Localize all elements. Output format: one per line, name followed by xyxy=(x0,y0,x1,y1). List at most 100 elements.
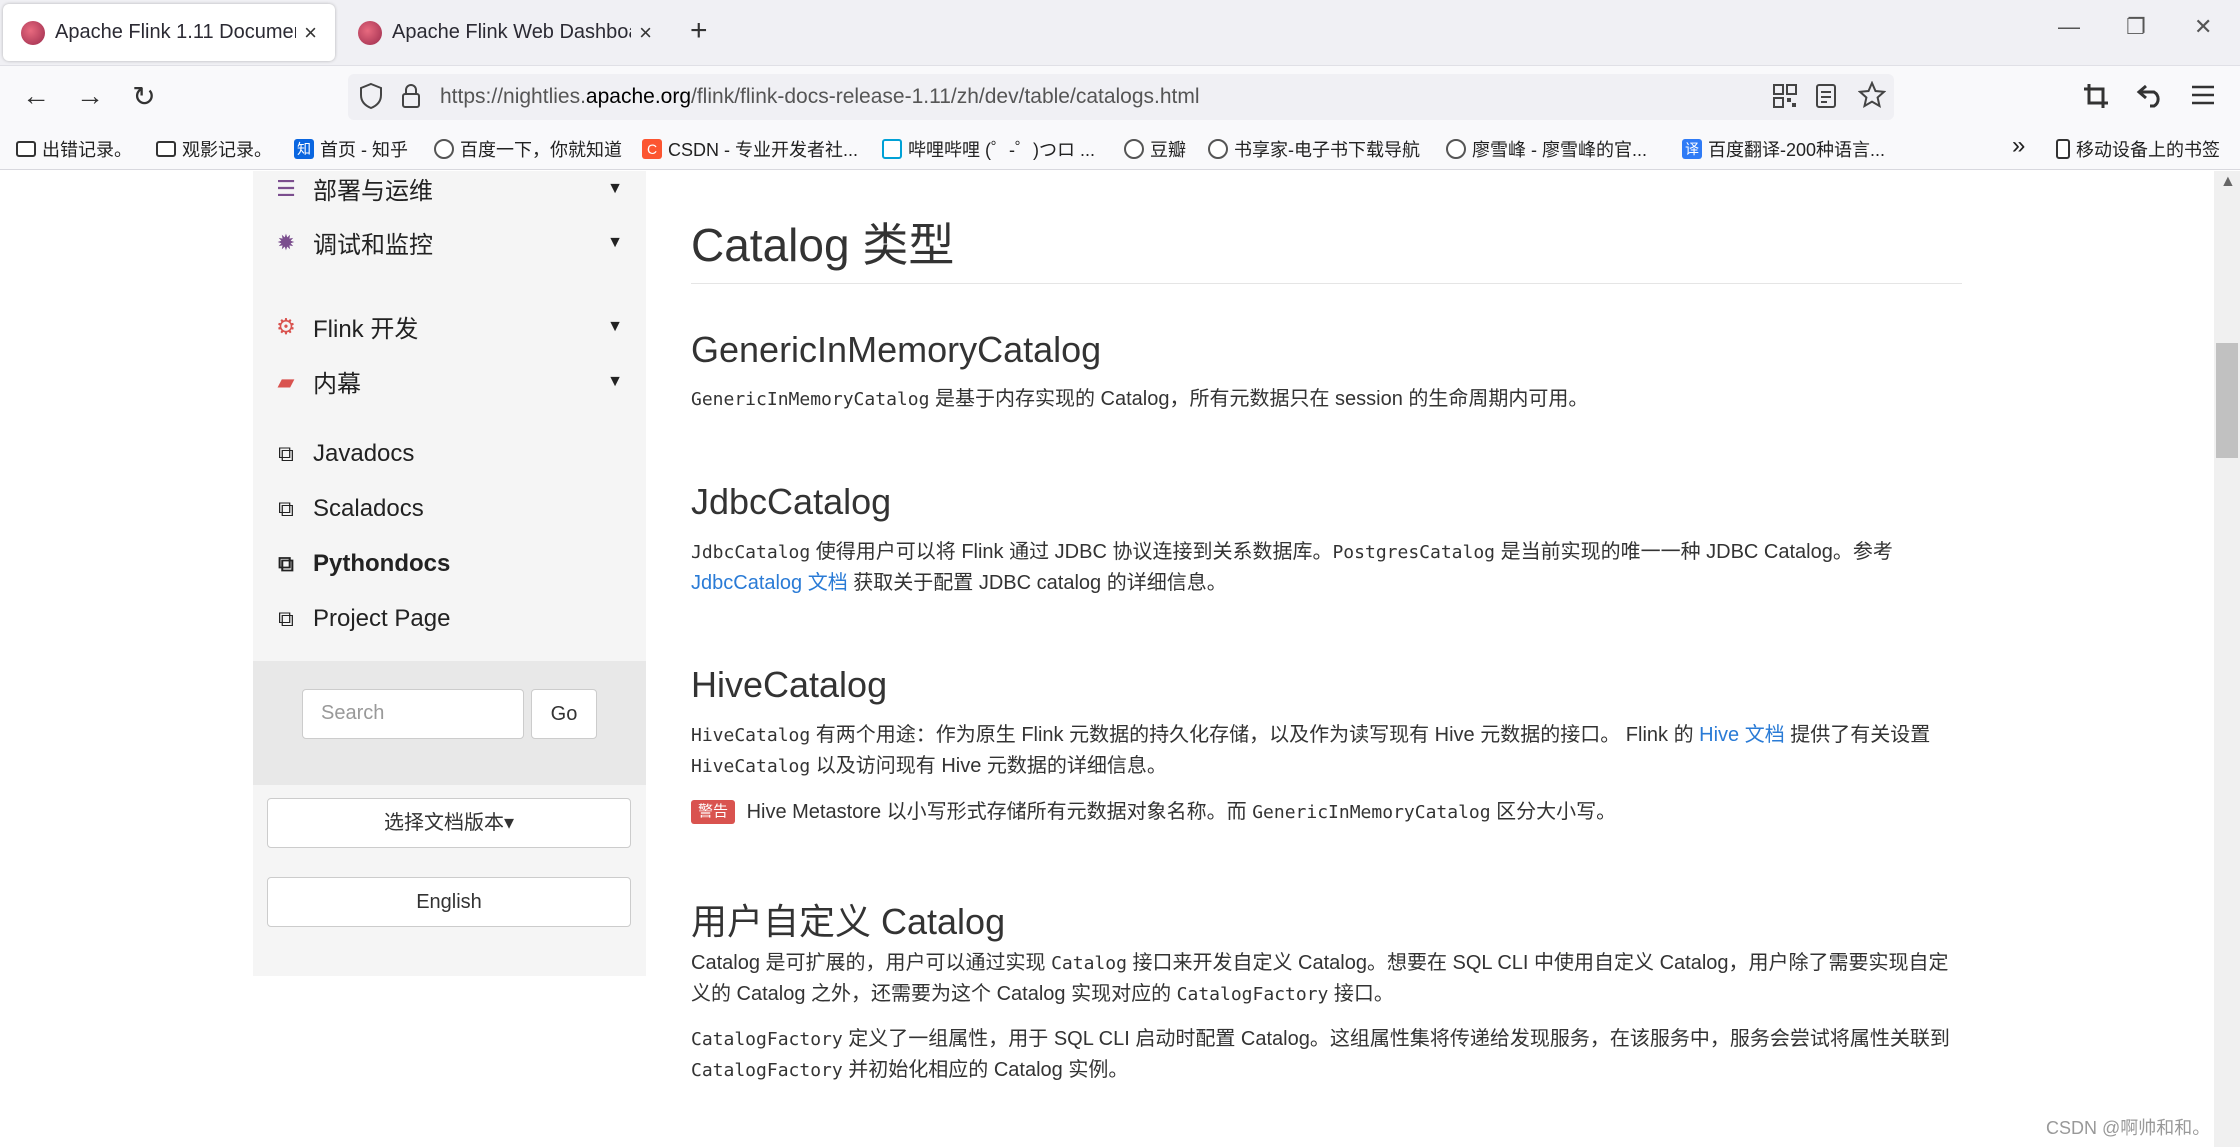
heading-jdbc-catalog: JdbcCatalog xyxy=(691,481,892,522)
sidebar-link-project-page[interactable]: ⧉ Project Page xyxy=(273,605,623,633)
sidebar-link-scaladocs[interactable]: ⧉ Scaladocs xyxy=(273,495,623,523)
tab-strip: Apache Flink 1.11 Documentation × Apache… xyxy=(0,0,2240,66)
back-button[interactable]: ← xyxy=(18,80,54,112)
page-viewport: ☰ 部署与运维 ▼ ✹ 调试和监控 ▼ ⚙ Flink 开发 ▼ ▰ 内幕 ▼ … xyxy=(0,171,2214,1147)
sidebar-link-label: Javadocs xyxy=(313,440,415,467)
bookmark-label: 哔哩哔哩 (゜-゜)つロ ... xyxy=(908,140,1095,160)
menu-icon[interactable] xyxy=(2190,82,2216,115)
bookmark-csdn[interactable]: C CSDN - 专业开发者社... xyxy=(642,136,858,162)
flink-squirrel-icon xyxy=(358,20,382,45)
reader-view-icon[interactable] xyxy=(1814,83,1838,116)
bookmark-douban[interactable]: 豆瓣 xyxy=(1124,136,1186,162)
caret-down-icon: ▼ xyxy=(607,317,623,335)
hive-docs-link[interactable]: Hive 文档 xyxy=(1699,724,1785,746)
bookmark-bilibili[interactable]: 哔哩哔哩 (゜-゜)つロ ... xyxy=(882,136,1095,162)
url-bar[interactable]: https://nightlies.apache.org/flink/flink… xyxy=(348,74,1894,120)
bookmark-folder-movies[interactable]: 观影记录。 xyxy=(156,136,272,162)
zhihu-icon: 知 xyxy=(294,139,314,159)
bookmark-baidu-translate[interactable]: 译百度翻译-200种语言... xyxy=(1682,136,1885,162)
external-link-icon: ⧉ xyxy=(278,496,294,521)
bookmark-baidu[interactable]: 百度一下，你就知道 xyxy=(434,136,622,162)
bookmarks-overflow-button[interactable]: » xyxy=(2012,132,2025,160)
mobile-device-icon xyxy=(2056,139,2070,159)
forward-button[interactable]: → xyxy=(72,80,108,112)
url-text[interactable]: https://nightlies.apache.org/flink/flink… xyxy=(440,85,1200,109)
text: 是基于内存实现的 Catalog，所有元数据只在 session 的生命周期内可… xyxy=(929,388,1589,410)
navigation-bar: ← → ↻ https://nightlies.apache.org/flink… xyxy=(0,66,2240,128)
sidebar-item-label: Flink 开发 xyxy=(313,316,419,343)
inline-code: CatalogFactory xyxy=(691,1029,843,1050)
globe-icon xyxy=(1124,139,1144,159)
csdn-icon: C xyxy=(642,139,662,159)
bookmark-zhihu[interactable]: 知首页 - 知乎 xyxy=(294,136,408,162)
sidebar-item-internals[interactable]: ▰ 内幕 ▼ xyxy=(273,364,623,399)
sidebar-link-pythondocs[interactable]: ⧉ Pythondocs xyxy=(273,550,623,578)
mobile-bookmarks[interactable]: 移动设备上的书签 xyxy=(2056,136,2220,162)
tab-flink-docs[interactable]: Apache Flink 1.11 Documentation × xyxy=(3,4,335,61)
bookmark-liaoxuefeng[interactable]: 廖雪峰 - 廖雪峰的官... xyxy=(1446,136,1647,162)
sidebar-link-javadocs[interactable]: ⧉ Javadocs xyxy=(273,440,623,468)
bookmark-label: 观影记录。 xyxy=(182,140,272,160)
bookmark-shuxiangjia[interactable]: 书享家-电子书下载导航 xyxy=(1208,136,1420,162)
url-path: /flink/flink-docs-release-1.11/zh/dev/ta… xyxy=(691,85,1200,108)
inline-code: CatalogFactory xyxy=(691,1060,843,1081)
qr-code-icon[interactable] xyxy=(1772,83,1798,116)
browser-window: Apache Flink 1.11 Documentation × Apache… xyxy=(0,0,2240,1147)
warning-paragraph: 警告 Hive Metastore 以小写形式存储所有元数据对象名称。而 Gen… xyxy=(691,797,1962,828)
bookmark-folder-errors[interactable]: 出错记录。 xyxy=(16,136,132,162)
scrollbar-thumb[interactable] xyxy=(2216,343,2238,458)
sidebar-item-label: 内幕 xyxy=(313,371,361,398)
bookmark-label: 书享家-电子书下载导航 xyxy=(1234,140,1420,160)
inline-code: JdbcCatalog xyxy=(691,542,811,563)
text: 是当前实现的唯一一种 JDBC Catalog。参考 xyxy=(1495,541,1893,563)
close-icon[interactable]: × xyxy=(639,20,652,46)
sidebar-item-flink-dev[interactable]: ⚙ Flink 开发 ▼ xyxy=(273,309,623,344)
tab-title: Apache Flink 1.11 Documentation xyxy=(55,21,296,43)
paragraph-custom-1: Catalog 是可扩展的，用户可以通过实现 Catalog 接口来开发自定义 … xyxy=(691,948,1962,1010)
book-icon: ▰ xyxy=(277,368,295,394)
shield-icon[interactable] xyxy=(358,82,384,117)
tab-flink-dashboard[interactable]: Apache Flink Web Dashboard × xyxy=(340,4,670,61)
inline-code: GenericInMemoryCatalog xyxy=(1252,802,1491,823)
restore-button[interactable]: ❐ xyxy=(2126,14,2146,40)
caret-down-icon: ▼ xyxy=(607,372,623,390)
scroll-up-icon[interactable]: ▲ xyxy=(2220,173,2236,191)
new-tab-button[interactable]: + xyxy=(690,14,708,48)
close-window-button[interactable]: ✕ xyxy=(2194,14,2212,40)
undo-icon[interactable] xyxy=(2136,80,2166,117)
minimize-button[interactable]: — xyxy=(2058,14,2080,40)
inline-code: GenericInMemoryCatalog xyxy=(691,389,930,410)
vertical-scrollbar[interactable]: ▲ xyxy=(2214,171,2240,1147)
sidebar-search: Search Go xyxy=(253,661,646,785)
version-select-button[interactable]: 选择文档版本▾ xyxy=(267,798,631,848)
lock-icon[interactable] xyxy=(400,82,422,117)
heading-hive-catalog: HiveCatalog xyxy=(691,664,888,705)
bug-icon: ✹ xyxy=(276,229,296,255)
screenshot-crop-icon[interactable] xyxy=(2082,82,2110,117)
bookmark-star-icon[interactable] xyxy=(1857,80,1887,116)
paragraph-custom-2: CatalogFactory 定义了一组属性，用于 SQL CLI 启动时配置 … xyxy=(691,1024,1962,1086)
text: 接口。 xyxy=(1328,983,1394,1005)
jdbc-docs-link[interactable]: JdbcCatalog 文档 xyxy=(691,572,848,594)
sidebar-item-debugging[interactable]: ✹ 调试和监控 ▼ xyxy=(273,225,623,260)
bookmark-label: 出错记录。 xyxy=(42,140,132,160)
sidebar-item-deployment[interactable]: ☰ 部署与运维 ▼ xyxy=(273,171,623,206)
external-link-icon: ⧉ xyxy=(278,441,294,466)
text: Catalog 是可扩展的，用户可以通过实现 xyxy=(691,952,1052,974)
sidebar-link-label: Project Page xyxy=(313,605,451,632)
folder-icon xyxy=(16,141,36,157)
search-input[interactable]: Search xyxy=(302,689,524,739)
caret-down-icon: ▼ xyxy=(607,233,623,251)
folder-icon xyxy=(156,141,176,157)
translate-icon: 译 xyxy=(1682,139,1702,159)
sidebar-item-label: 部署与运维 xyxy=(313,178,433,205)
language-button[interactable]: English xyxy=(267,877,631,927)
text: 区分大小写。 xyxy=(1490,801,1617,823)
text: Hive Metastore 以小写形式存储所有元数据对象名称。而 xyxy=(741,801,1253,823)
reload-button[interactable]: ↻ xyxy=(126,80,162,113)
close-icon[interactable]: × xyxy=(304,20,317,46)
inline-code: Catalog xyxy=(1051,953,1127,974)
search-go-button[interactable]: Go xyxy=(531,689,597,739)
sidebar-link-label: Pythondocs xyxy=(313,550,451,577)
globe-icon xyxy=(1208,139,1228,159)
